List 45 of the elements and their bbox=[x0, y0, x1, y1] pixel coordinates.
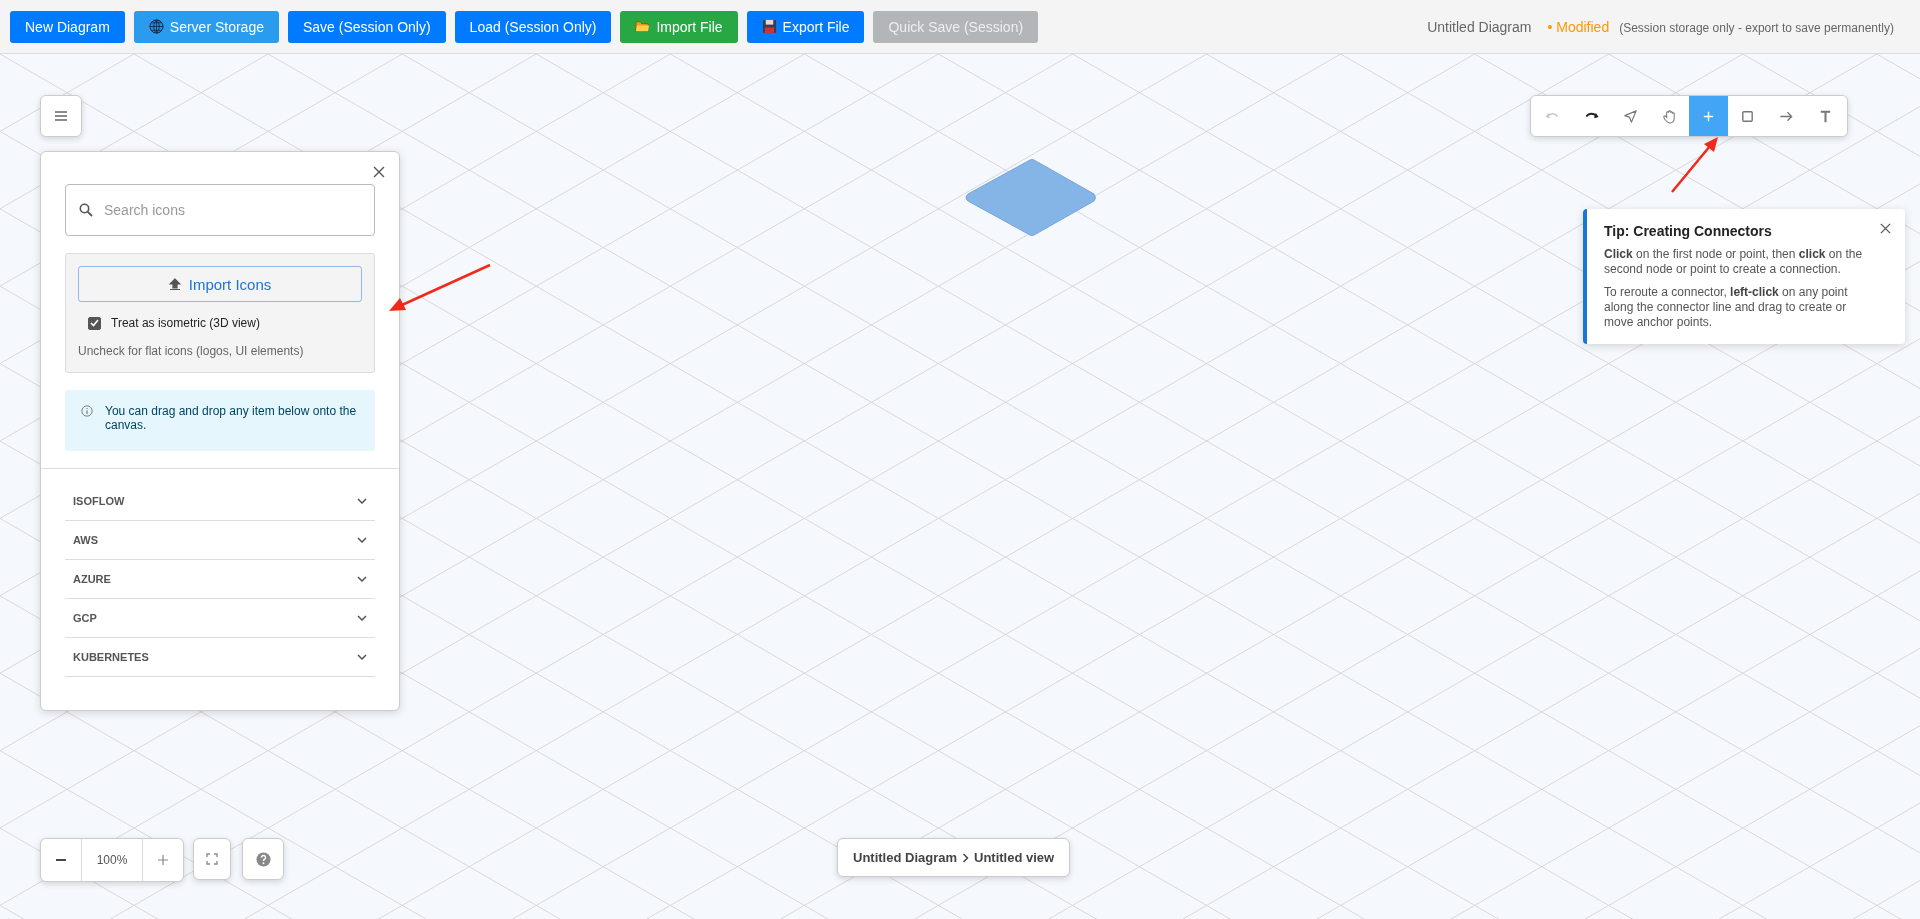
close-button[interactable] bbox=[1878, 221, 1893, 236]
tool-button[interactable] bbox=[1728, 96, 1767, 136]
plus-icon bbox=[157, 854, 169, 866]
breadcrumb-item[interactable]: Untitled view bbox=[974, 850, 1055, 865]
modified-status: • Modified bbox=[1547, 18, 1610, 35]
fullscreen-button[interactable] bbox=[193, 838, 231, 880]
toolbar-button[interactable]: Save (Session Only) bbox=[288, 10, 446, 43]
toolbar-button[interactable]: Import File bbox=[620, 10, 738, 43]
search-field[interactable]: Search icons bbox=[65, 184, 375, 236]
toolbar-button[interactable]: New Diagram bbox=[10, 10, 125, 43]
checkbox[interactable] bbox=[88, 316, 101, 330]
category-section[interactable]: KUBERNETES bbox=[65, 637, 375, 677]
fullscreen-icon bbox=[206, 853, 218, 865]
folder-icon bbox=[635, 19, 651, 34]
tool-button[interactable] bbox=[1806, 96, 1845, 136]
close-button[interactable] bbox=[371, 164, 387, 180]
toolbar-button[interactable]: Export File bbox=[746, 10, 865, 43]
annotation-arrow bbox=[1671, 137, 1718, 193]
storage-note: (Session storage only - export to save permanently) bbox=[1619, 20, 1894, 35]
globe-icon bbox=[148, 19, 164, 34]
help-icon bbox=[255, 851, 271, 867]
document-title: Untitled Diagram bbox=[1427, 18, 1532, 35]
checkbox-label: Treat as isometric (3D view) bbox=[111, 316, 260, 330]
tip-text: To reroute a connector, left-click on any point along the connector line and drag to create or move anchor points. bbox=[1604, 285, 1849, 330]
info-text: You can drag and drop any item below onto the canvas. bbox=[105, 404, 358, 433]
menu-button[interactable] bbox=[40, 95, 82, 137]
upload-icon bbox=[168, 277, 181, 291]
info-icon bbox=[81, 404, 93, 418]
diamond-tile[interactable] bbox=[965, 159, 1096, 236]
tool-button[interactable] bbox=[1650, 96, 1689, 136]
category-section[interactable]: ISOFLOW bbox=[65, 481, 375, 521]
category-section[interactable]: AZURE bbox=[65, 559, 375, 599]
toolbar-button[interactable]: Load (Session Only) bbox=[454, 10, 612, 43]
chevron-right-icon bbox=[962, 852, 969, 863]
category-section[interactable]: GCP bbox=[65, 598, 375, 638]
category-section[interactable]: AWS bbox=[65, 520, 375, 560]
menu-icon bbox=[54, 110, 68, 122]
tip-title: Tip: Creating Connectors bbox=[1604, 223, 1773, 239]
hint-text: Uncheck for flat icons (logos, UI elements) bbox=[78, 344, 305, 358]
import-icons-button[interactable]: Import Icons bbox=[78, 266, 362, 302]
tip-text: Click on the first node or point, then click on the second node or point to create a connection. bbox=[1604, 247, 1864, 277]
help-button[interactable] bbox=[242, 838, 284, 880]
zoom-level: 100% bbox=[81, 839, 143, 881]
toolbar-button[interactable]: Server Storage bbox=[133, 10, 279, 43]
breadcrumb-item[interactable]: Untitled Diagram bbox=[853, 850, 957, 865]
